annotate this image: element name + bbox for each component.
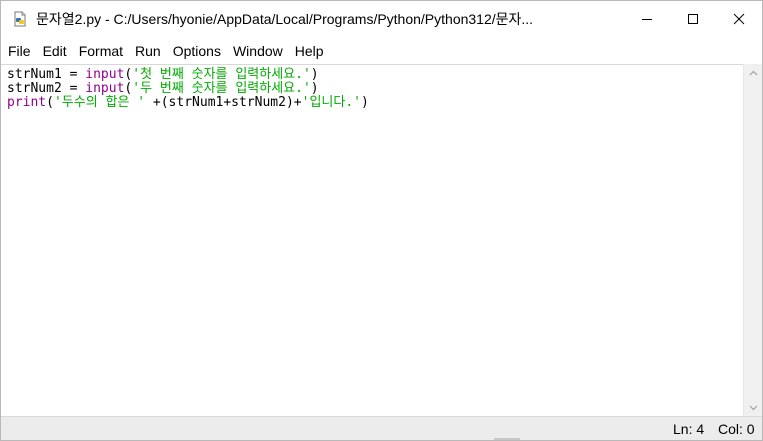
menu-format[interactable]: Format <box>73 39 129 63</box>
menu-edit[interactable]: Edit <box>37 39 73 63</box>
code-token: ) <box>310 67 319 82</box>
window-title: 문자열2.py - C:/Users/hyonie/AppData/Local/… <box>36 11 534 27</box>
scroll-up-icon <box>749 70 757 75</box>
title-bar[interactable]: 문자열2.py - C:/Users/hyonie/AppData/Local/… <box>1 1 762 37</box>
column-number-status: Col: 0 <box>718 421 755 437</box>
scroll-down-icon <box>749 405 757 410</box>
code-token: +(strNum1+strNum2)+ <box>145 95 302 110</box>
python-file-icon <box>12 11 28 27</box>
code-token: '첫 번째 숫자를 입력하세요.' <box>132 67 311 82</box>
vertical-scrollbar[interactable] <box>743 64 762 416</box>
code-token: input <box>85 67 125 82</box>
menu-window[interactable]: Window <box>227 39 289 63</box>
minimize-icon <box>642 19 652 20</box>
close-button[interactable] <box>716 1 762 37</box>
code-editor[interactable]: strNum1 = input('첫 번째 숫자를 입력하세요.') strNum… <box>1 64 743 417</box>
maximize-button[interactable] <box>670 1 716 37</box>
code-line: strNum1 = input('첫 번째 숫자를 입력하세요.') <box>7 68 743 82</box>
code-token: '두수의 합은 ' <box>53 95 146 110</box>
menu-file[interactable]: File <box>1 39 37 63</box>
code-token: ) <box>361 95 369 110</box>
code-token: '입니다.' <box>301 95 361 110</box>
status-bar: Ln: 4 Col: 0 <box>1 416 762 440</box>
code-line: strNum2 = input('두 번째 숫자를 입력하세요.') <box>7 82 743 96</box>
code-token: print <box>7 95 47 110</box>
code-token: ( <box>46 95 54 110</box>
code-token: strNum1 = <box>7 67 86 82</box>
code-token: '두 번째 숫자를 입력하세요.' <box>132 81 311 96</box>
menu-options[interactable]: Options <box>167 39 227 63</box>
idle-editor-window: 문자열2.py - C:/Users/hyonie/AppData/Local/… <box>0 0 763 441</box>
line-number-status: Ln: 4 <box>673 421 705 437</box>
code-token: ) <box>310 81 319 96</box>
window-controls <box>624 1 762 37</box>
minimize-button[interactable] <box>624 1 670 37</box>
code-text: strNum1 = input('첫 번째 숫자를 입력하세요.') strNum… <box>1 65 743 110</box>
code-token: input <box>85 81 125 96</box>
scroll-down-button[interactable] <box>744 399 762 416</box>
code-line: print('두수의 합은 ' +(strNum1+strNum2)+'입니다.… <box>7 96 743 110</box>
code-token: strNum2 = <box>7 81 86 96</box>
menu-help[interactable]: Help <box>289 39 330 63</box>
close-icon <box>733 13 745 25</box>
maximize-icon <box>688 14 698 24</box>
menu-bar: File Edit Format Run Options Window Help <box>1 39 762 63</box>
menu-run[interactable]: Run <box>129 39 167 63</box>
scroll-up-button[interactable] <box>744 64 762 81</box>
